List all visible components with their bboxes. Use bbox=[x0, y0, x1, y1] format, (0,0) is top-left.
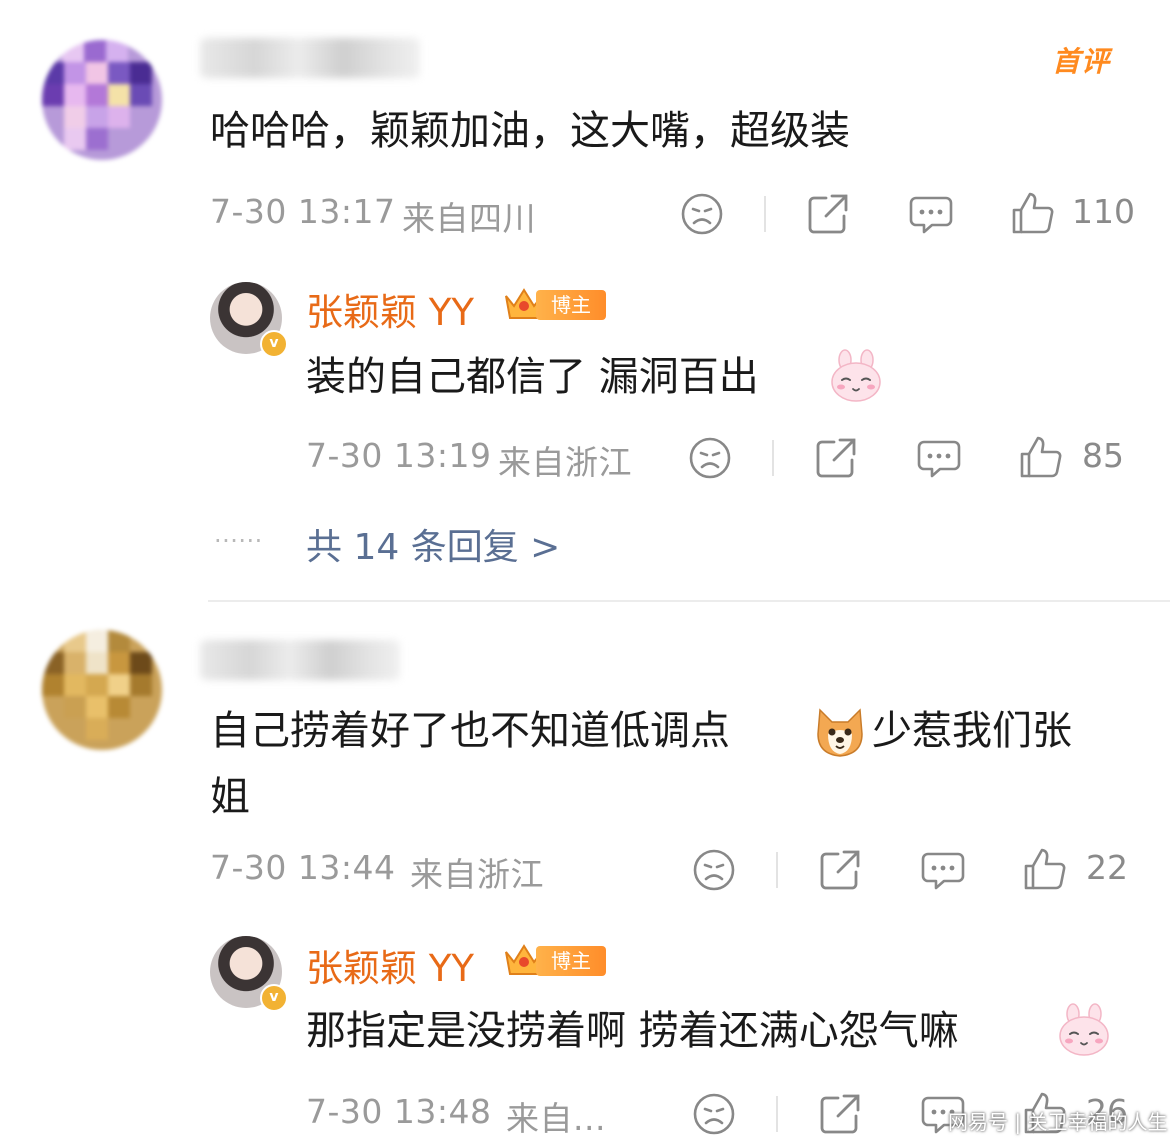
dislike-face-icon[interactable] bbox=[692, 848, 736, 892]
like-thumb-icon[interactable] bbox=[1018, 434, 1064, 480]
reply-location: 来自... bbox=[506, 1099, 606, 1138]
comment-time: 7-30 13:44 bbox=[210, 848, 396, 887]
username-blurred[interactable] bbox=[200, 640, 400, 680]
like-thumb-icon[interactable] bbox=[1010, 190, 1056, 236]
comment-location: 来自四川 bbox=[402, 199, 536, 238]
share-icon[interactable] bbox=[806, 192, 850, 236]
comment-text-line2: 姐 bbox=[210, 774, 250, 820]
author-name[interactable]: 张颖颖 YY bbox=[306, 282, 474, 336]
comment-icon[interactable] bbox=[916, 436, 962, 480]
author-avatar[interactable]: v bbox=[210, 282, 288, 358]
dislike-face-icon[interactable] bbox=[692, 1092, 736, 1136]
like-thumb-icon[interactable] bbox=[1022, 846, 1068, 892]
dog-emoji-icon bbox=[817, 708, 863, 757]
author-name[interactable]: 张颖颖 YY bbox=[306, 938, 474, 992]
verified-badge-icon: v bbox=[260, 984, 288, 1012]
first-comment-badge: 首评 bbox=[1052, 45, 1111, 78]
share-icon[interactable] bbox=[814, 436, 858, 480]
share-icon[interactable] bbox=[818, 848, 862, 892]
view-all-replies-link[interactable]: 共 14 条回复 > bbox=[306, 518, 560, 570]
blogger-badge: 博主 bbox=[536, 290, 606, 320]
like-count: 85 bbox=[1082, 436, 1124, 475]
divider bbox=[772, 440, 774, 476]
author-avatar[interactable]: v bbox=[210, 936, 288, 1012]
avatar[interactable] bbox=[42, 630, 162, 750]
divider bbox=[776, 852, 778, 888]
reply-text: 那指定是没捞着啊 捞着还满心怨气嘛 bbox=[306, 1008, 959, 1054]
more-dots: ...... bbox=[214, 520, 263, 548]
reply-text: 装的自己都信了 漏洞百出 bbox=[306, 354, 759, 400]
like-count: 22 bbox=[1086, 848, 1128, 887]
rabbit-emoji-icon bbox=[831, 349, 881, 402]
watermark: 网易号 | 关卫幸福的人生 bbox=[948, 1110, 1168, 1134]
comment-text-part1: 自己捞着好了也不知道低调点 bbox=[210, 708, 730, 754]
comment-time: 7-30 13:17 bbox=[210, 192, 396, 231]
comment-divider bbox=[208, 600, 1170, 602]
verified-badge-icon: v bbox=[260, 330, 288, 358]
comment-text: 哈哈哈，颖颖加油，这大嘴，超级装 bbox=[210, 108, 850, 154]
comment-location: 来自浙江 bbox=[410, 855, 544, 894]
blogger-badge: 博主 bbox=[536, 946, 606, 976]
comment-icon[interactable] bbox=[908, 192, 954, 236]
divider bbox=[776, 1096, 778, 1132]
divider bbox=[764, 196, 766, 232]
comment-text-part2: 少惹我们张 bbox=[872, 708, 1072, 754]
reply-location: 来自浙江 bbox=[498, 443, 632, 482]
share-icon[interactable] bbox=[818, 1092, 862, 1136]
dislike-face-icon[interactable] bbox=[680, 192, 724, 236]
rabbit-emoji-icon bbox=[1059, 1003, 1109, 1056]
username-blurred[interactable] bbox=[200, 38, 420, 78]
reply-time: 7-30 13:48 bbox=[306, 1092, 492, 1131]
like-count: 110 bbox=[1072, 192, 1135, 231]
avatar[interactable] bbox=[42, 40, 162, 160]
reply-time: 7-30 13:19 bbox=[306, 436, 492, 475]
comment-text: 自己捞着好了也不知道低调点 bbox=[210, 698, 730, 764]
comment-icon[interactable] bbox=[920, 848, 966, 892]
dislike-face-icon[interactable] bbox=[688, 436, 732, 480]
